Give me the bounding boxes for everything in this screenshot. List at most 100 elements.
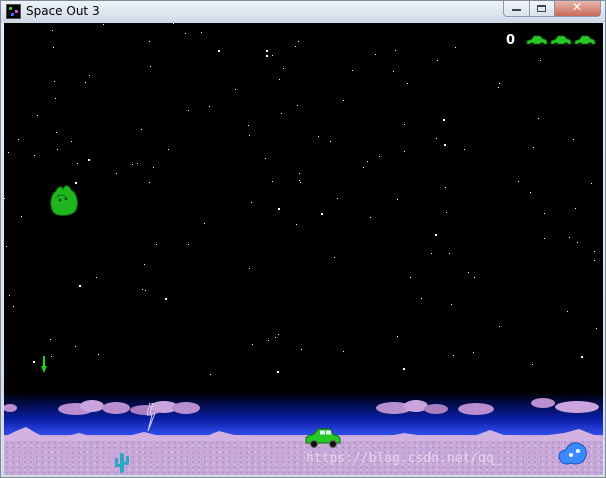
star (594, 251, 595, 252)
star (518, 181, 519, 182)
star (153, 167, 154, 168)
cactus (115, 453, 129, 473)
star (352, 70, 353, 71)
star (201, 32, 202, 33)
star (188, 244, 189, 245)
star (379, 156, 380, 157)
star (533, 147, 534, 148)
star (52, 30, 53, 31)
maximize-icon (537, 5, 546, 12)
life-car-icon (574, 35, 596, 47)
star (168, 149, 169, 150)
minimize-button[interactable] (503, 1, 530, 17)
star (297, 105, 298, 106)
star (251, 202, 252, 203)
green-blob-alien (50, 185, 78, 216)
star (188, 110, 189, 111)
star (185, 33, 186, 34)
maximize-button[interactable] (530, 1, 555, 17)
star (367, 161, 368, 162)
title-bar[interactable]: Space Out 3 ✕ (1, 0, 605, 23)
star (144, 264, 145, 265)
star (363, 167, 364, 168)
star (393, 71, 394, 72)
star (272, 181, 273, 182)
star (77, 163, 78, 164)
star (8, 152, 9, 153)
player-car (305, 428, 341, 448)
star (591, 183, 592, 184)
star (407, 83, 408, 84)
star (141, 129, 142, 130)
star (299, 173, 300, 174)
star (145, 290, 146, 291)
star (532, 364, 533, 365)
purple-cloud-center (376, 400, 494, 415)
star (449, 253, 450, 254)
star (252, 344, 253, 345)
star (278, 208, 280, 210)
star (397, 336, 398, 337)
star (9, 295, 10, 296)
app-icon (6, 4, 21, 19)
star (575, 208, 576, 209)
star (281, 113, 282, 114)
purple-cloud-right (531, 398, 599, 413)
star (265, 158, 266, 159)
star (431, 253, 432, 254)
star (498, 87, 499, 88)
blue-blob-alien (558, 442, 587, 465)
star (56, 132, 57, 133)
star (85, 82, 86, 83)
star (51, 356, 52, 357)
star (204, 223, 205, 224)
life-car-icon (526, 35, 548, 47)
star (79, 285, 81, 287)
star (89, 75, 90, 76)
star (343, 351, 344, 352)
star (443, 119, 445, 121)
star (544, 213, 545, 214)
star (88, 159, 90, 161)
star (464, 149, 465, 150)
star (404, 124, 405, 125)
star (218, 50, 220, 52)
star (209, 106, 210, 107)
star (397, 199, 398, 200)
star (55, 98, 56, 99)
star (150, 66, 151, 67)
green-missile (41, 356, 47, 373)
star (538, 118, 539, 119)
star (34, 155, 35, 156)
star (596, 328, 597, 329)
purple-cloud-left (58, 400, 200, 415)
star (6, 246, 7, 247)
star (569, 237, 570, 238)
star (437, 60, 438, 61)
star (296, 224, 297, 225)
star (473, 352, 474, 353)
star (403, 368, 405, 370)
star (96, 277, 97, 278)
star (50, 339, 51, 340)
star (132, 164, 133, 165)
app-window: Space Out 3 ✕ 0 https://blog.csdn.net/qq… (0, 0, 606, 478)
star (395, 50, 396, 51)
star (404, 151, 405, 152)
star (453, 355, 454, 356)
star (37, 115, 38, 116)
star (581, 356, 583, 358)
game-canvas[interactable]: 0 https://blog.csdn.net/qq_ (4, 23, 603, 475)
star (435, 234, 437, 236)
close-button[interactable]: ✕ (555, 0, 601, 17)
star (421, 298, 422, 299)
star (75, 346, 76, 347)
star (21, 216, 22, 217)
star (210, 374, 211, 375)
star (149, 41, 150, 42)
star (343, 100, 344, 101)
star (272, 55, 273, 56)
life-car-icon (550, 35, 572, 47)
star (567, 311, 568, 312)
star (279, 79, 280, 80)
